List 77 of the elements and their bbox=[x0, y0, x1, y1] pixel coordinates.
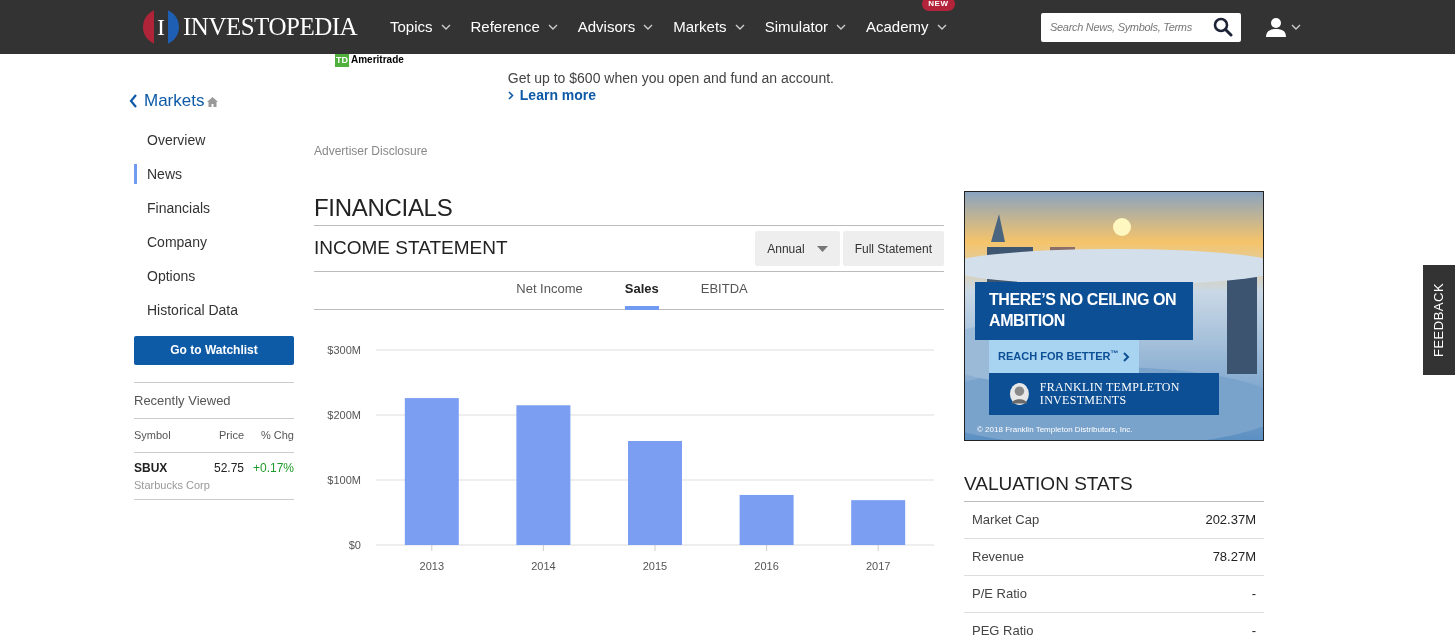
sidebar-item[interactable]: Financials bbox=[134, 197, 294, 218]
stat-label: Revenue bbox=[972, 547, 1025, 566]
sidebar-item[interactable]: Company bbox=[134, 231, 294, 252]
y-axis-label: $100M bbox=[327, 474, 361, 486]
watchlist-button[interactable]: Go to Watchlist bbox=[134, 335, 294, 365]
logo-mark[interactable]: I bbox=[143, 9, 179, 45]
caret-icon bbox=[440, 24, 451, 30]
sidebar-item[interactable]: Overview bbox=[134, 129, 294, 150]
ad-headline: THERE’S NO CEILING ON AMBITION bbox=[989, 290, 1178, 331]
column-header: % Chg bbox=[259, 428, 294, 443]
full-statement-button[interactable]: Full Statement bbox=[842, 231, 944, 266]
stock-price: 52.75 bbox=[212, 459, 244, 477]
chart-tab[interactable]: Sales bbox=[624, 272, 659, 310]
sidebar-item[interactable]: News bbox=[134, 163, 294, 184]
site-logo[interactable]: INVESTOPEDIA bbox=[183, 8, 358, 46]
stat-value: 78.27M bbox=[1212, 547, 1256, 566]
nav-menu-item[interactable]: Simulator bbox=[764, 15, 846, 39]
section-title[interactable]: Markets bbox=[144, 88, 205, 114]
feedback-tab[interactable]: FEEDBACK bbox=[1423, 265, 1455, 375]
x-axis-label: 2014 bbox=[531, 560, 556, 572]
caret-icon[interactable] bbox=[1291, 24, 1301, 30]
chart-tab[interactable]: Net Income bbox=[516, 272, 583, 310]
caret-icon bbox=[936, 24, 947, 30]
td-logo[interactable]: TD Ameritrade bbox=[335, 54, 404, 68]
stat-label: Market Cap bbox=[972, 510, 1040, 529]
sidebar-item[interactable]: Historical Data bbox=[134, 299, 294, 320]
home-icon[interactable] bbox=[207, 97, 219, 108]
search-field[interactable]: Search News, Symbols, Terms bbox=[1041, 12, 1241, 42]
nav-menu-item[interactable]: Topics bbox=[390, 15, 451, 39]
stock-symbol[interactable]: SBUX bbox=[134, 458, 194, 477]
stat-value: - bbox=[1251, 584, 1256, 603]
stat-label: PEG Ratio bbox=[972, 621, 1034, 639]
user-icon[interactable] bbox=[1265, 17, 1287, 37]
bar bbox=[739, 494, 794, 545]
learn-more-link[interactable]: Learn more bbox=[507, 87, 834, 104]
ad-text: Get up to $600 when you open and fund an account. bbox=[507, 70, 834, 87]
caret-icon bbox=[547, 24, 558, 30]
nav-menu-item[interactable]: Reference bbox=[470, 15, 558, 39]
chevron-icon bbox=[1122, 351, 1130, 362]
x-axis-label: 2013 bbox=[419, 560, 445, 572]
dropdown-caret-icon bbox=[816, 245, 828, 252]
period-dropdown[interactable]: Annual bbox=[755, 231, 840, 266]
recently-viewed-heading: Recently Viewed bbox=[134, 391, 232, 410]
chart-tab[interactable]: EBITDA bbox=[700, 272, 748, 310]
y-axis-label: $200M bbox=[327, 409, 361, 421]
x-axis-label: 2015 bbox=[642, 560, 668, 572]
nav-menu-item[interactable]: Advisors bbox=[577, 15, 654, 39]
x-axis-label: 2016 bbox=[754, 560, 779, 572]
chevron-icon bbox=[507, 91, 514, 100]
nav-menu-item[interactable]: Markets bbox=[673, 15, 745, 39]
brand-banner[interactable]: FRANKLIN TEMPLETON INVESTMENTS bbox=[989, 373, 1219, 415]
column-header: Price bbox=[217, 428, 244, 443]
ad-copyright: © 2018 Franklin Templeton Distributors, Inc. bbox=[977, 424, 1133, 436]
reach-for-better-link[interactable]: REACH FOR BETTER$^{™}$ bbox=[989, 340, 1139, 373]
bar bbox=[851, 500, 906, 545]
caret-icon bbox=[734, 24, 745, 30]
stat-label: P/E Ratio bbox=[972, 584, 1027, 603]
section-heading: INCOME STATEMENT bbox=[314, 236, 508, 261]
caret-icon bbox=[836, 24, 846, 30]
nav-menu-item[interactable]: Academy bbox=[866, 15, 947, 39]
back-chevron-icon[interactable] bbox=[129, 93, 138, 108]
advertiser-disclosure[interactable]: Advertiser Disclosure bbox=[314, 142, 944, 160]
company-name: Starbucks Corp bbox=[134, 477, 210, 493]
sidebar-item[interactable]: Options bbox=[134, 265, 294, 286]
stat-value: - bbox=[1251, 621, 1256, 639]
y-axis-label: $300M bbox=[327, 344, 361, 356]
search-icon[interactable] bbox=[1213, 16, 1233, 37]
stat-value: 202.37M bbox=[1205, 510, 1256, 529]
new-badge: NEW bbox=[922, 0, 955, 11]
column-header: Symbol bbox=[134, 428, 172, 443]
portrait-emblem-icon bbox=[1009, 382, 1030, 406]
page-heading: FINANCIALS bbox=[314, 194, 944, 226]
caret-icon bbox=[643, 24, 654, 30]
section-heading: VALUATION STATS bbox=[964, 470, 1264, 502]
x-axis-label: 2017 bbox=[865, 560, 891, 572]
y-axis-label: $0 bbox=[348, 539, 361, 551]
percent-change: +0.17% bbox=[251, 459, 294, 477]
